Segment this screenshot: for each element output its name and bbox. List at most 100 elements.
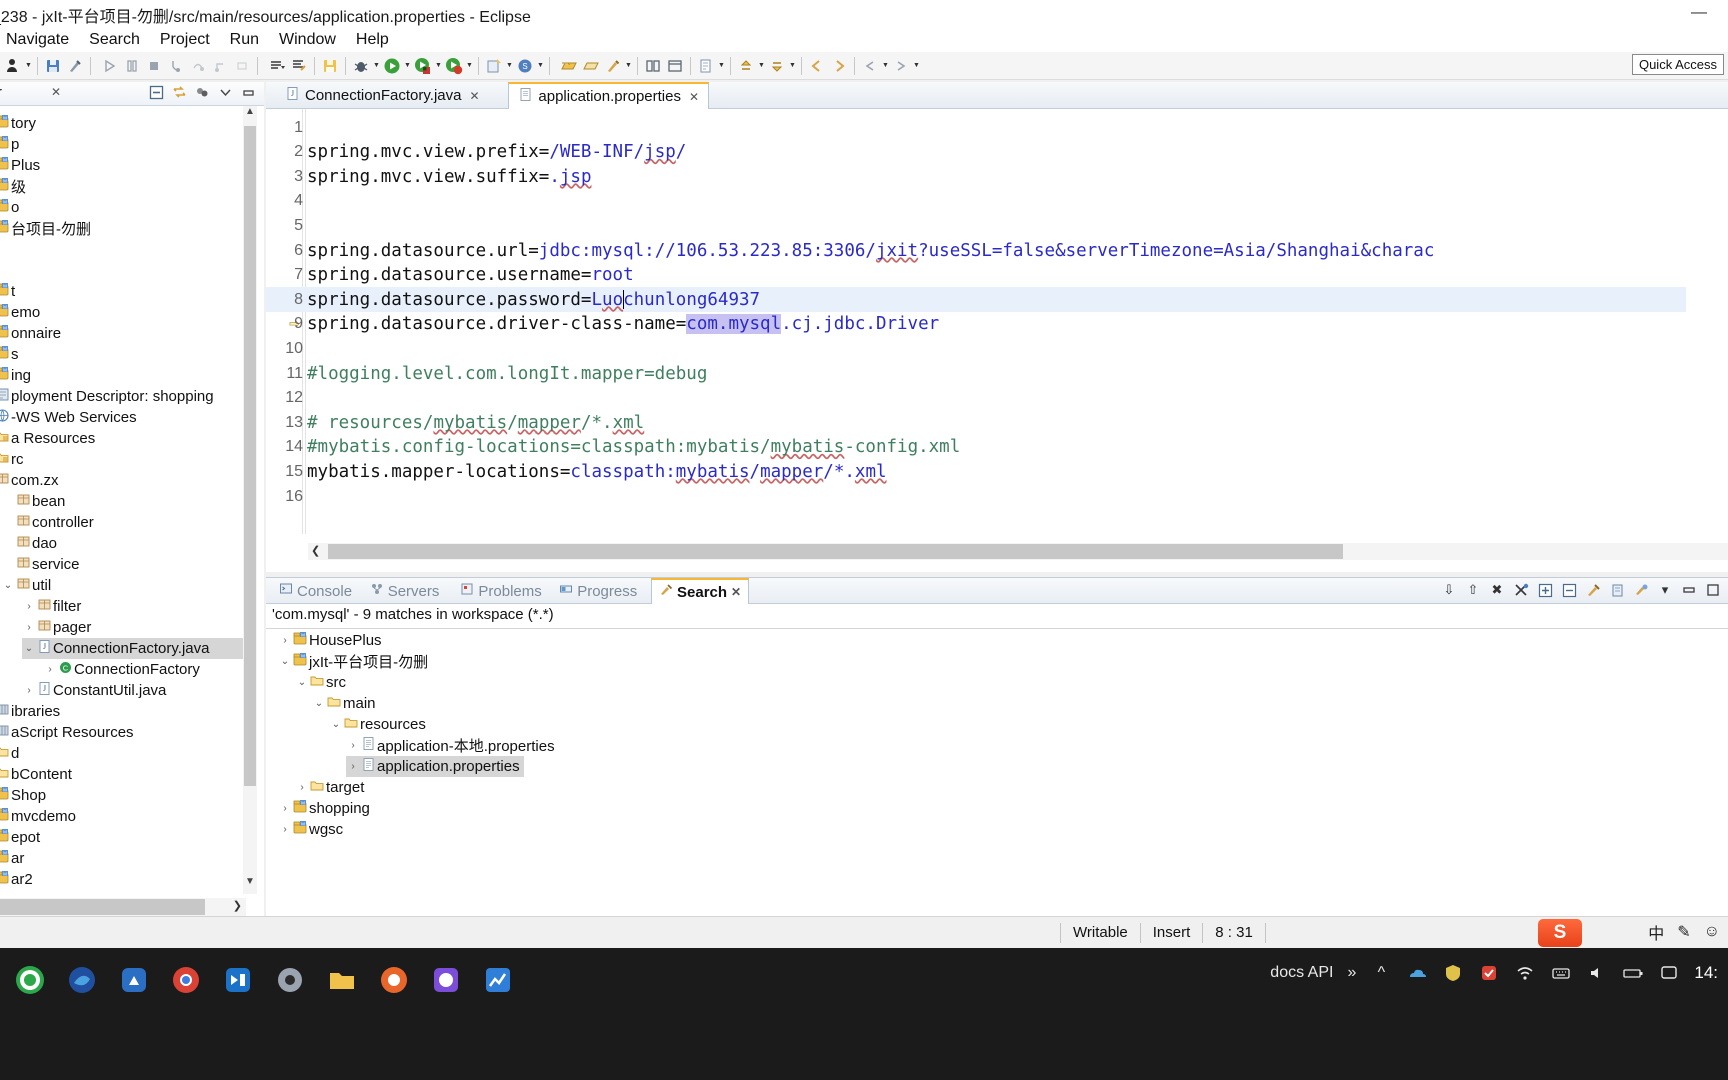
- search-result-item[interactable]: ⌄ resources: [329, 714, 430, 735]
- explorer-tree-row[interactable]: bean: [1, 491, 246, 512]
- explorer-tree-row[interactable]: dao: [1, 533, 246, 554]
- scroll-down-icon[interactable]: ▼: [243, 876, 257, 894]
- debug-dropdown-icon[interactable]: ▼: [372, 56, 381, 76]
- next-annotation-down-dropdown-icon[interactable]: ▼: [788, 56, 797, 76]
- package-explorer-vscrollbar[interactable]: ▲ ▼: [243, 106, 257, 894]
- chrome-icon[interactable]: [168, 962, 204, 998]
- remove-all-matches-icon[interactable]: [1512, 581, 1530, 599]
- search-result-item[interactable]: › Mwgsc: [278, 819, 347, 840]
- bottom-tab-progress[interactable]: Progress: [552, 578, 644, 604]
- editor-tab-1[interactable]: J ConnectionFactory.java ✕: [276, 82, 489, 109]
- sogou-ime-logo-icon[interactable]: S: [1538, 919, 1582, 947]
- explorer-tree-row[interactable]: a Resources: [0, 428, 246, 449]
- search-icon[interactable]: [603, 56, 623, 76]
- show-previous-match-icon[interactable]: ⇧: [1464, 581, 1482, 599]
- history-forward-icon[interactable]: [891, 56, 911, 76]
- editor-tab-close-icon[interactable]: ✕: [689, 90, 699, 104]
- twisty-collapsed-icon[interactable]: ›: [346, 740, 360, 751]
- search-history-icon[interactable]: [1632, 581, 1650, 599]
- start-icon[interactable]: [12, 962, 48, 998]
- chart-icon[interactable]: [480, 962, 516, 998]
- bottom-tab-search[interactable]: Search ✕: [651, 578, 750, 604]
- explorer-tree-row[interactable]: d: [0, 743, 246, 764]
- previous-annotation-icon[interactable]: [736, 56, 756, 76]
- editor-icon[interactable]: [220, 962, 256, 998]
- search-result-row[interactable]: › target: [266, 777, 1728, 798]
- code-line[interactable]: 9 spring.datasource.driver-class-name=com…: [266, 312, 1686, 337]
- search-result-row[interactable]: › Mshopping: [266, 798, 1728, 819]
- collapse-all-icon[interactable]: [1560, 581, 1578, 599]
- explorer-tree-row[interactable]: M级: [0, 176, 246, 197]
- editor-body[interactable]: 1 2 spring.mvc.view.prefix=/WEB-INF/jsp/3 s…: [266, 109, 1728, 572]
- minimize-icon[interactable]: [1680, 581, 1698, 599]
- explorer-tree-row[interactable]: bContent: [0, 764, 246, 785]
- editor-hscrollbar[interactable]: ❮: [308, 543, 1728, 560]
- code-line[interactable]: 12: [266, 386, 1686, 411]
- forward-icon[interactable]: [829, 56, 849, 76]
- chevron-up-icon[interactable]: ^: [1370, 962, 1392, 984]
- save-all-icon[interactable]: [320, 56, 340, 76]
- run-as-server-dropdown-icon[interactable]: ▼: [434, 56, 443, 76]
- code-line[interactable]: 4: [266, 189, 1686, 214]
- explorer-tree-row[interactable]: M Shop: [0, 785, 246, 806]
- new-class-icon[interactable]: S: [515, 56, 535, 76]
- next-annotation-down-icon[interactable]: [767, 56, 787, 76]
- shield-icon[interactable]: [1442, 962, 1464, 984]
- twisty-expanded-icon[interactable]: ⌄: [1, 580, 15, 591]
- new-class-dropdown-icon[interactable]: ▼: [536, 56, 545, 76]
- explorer-tree-row[interactable]: Mepot: [0, 827, 246, 848]
- vscroll-thumb[interactable]: [244, 126, 256, 786]
- remove-match-icon[interactable]: ✖: [1488, 581, 1506, 599]
- run-icon[interactable]: [382, 56, 402, 76]
- tray-expand-chevron-icon[interactable]: »: [1347, 964, 1356, 982]
- toggle-mark-occurrences-icon[interactable]: [665, 56, 685, 76]
- step-over-icon[interactable]: [188, 56, 208, 76]
- previous-annotation-dropdown-icon[interactable]: ▼: [757, 56, 766, 76]
- next-annotation-icon[interactable]: [267, 56, 287, 76]
- explorer-tree-row[interactable]: rc: [0, 449, 246, 470]
- ime-pen-icon[interactable]: ✎: [1677, 922, 1690, 942]
- maximize-icon[interactable]: [1704, 581, 1722, 599]
- new-java-project-dropdown-icon[interactable]: ▼: [505, 56, 514, 76]
- bottom-tab-close-icon[interactable]: ✕: [731, 585, 741, 599]
- minimize-icon[interactable]: [240, 84, 256, 100]
- explorer-tree-row[interactable]: › J ConstantUtil.java: [22, 680, 246, 701]
- editor-hscroll-thumb[interactable]: [328, 544, 1343, 559]
- editor-scroll-left-icon[interactable]: ❮: [311, 544, 320, 557]
- toggle-breadcrumb-icon[interactable]: [643, 56, 663, 76]
- coverage-dropdown-icon[interactable]: ▼: [465, 56, 474, 76]
- browser-icon[interactable]: [376, 962, 412, 998]
- view-menu-icon[interactable]: ▾: [1656, 581, 1674, 599]
- code-line[interactable]: 16: [266, 484, 1686, 509]
- explorer-icon[interactable]: [324, 962, 360, 998]
- explorer-tree-row[interactable]: M Plus: [0, 155, 246, 176]
- open-resource-icon[interactable]: [581, 56, 601, 76]
- package-explorer-tab-close-icon[interactable]: ✕: [51, 85, 61, 99]
- step-into-icon[interactable]: [166, 56, 186, 76]
- onedrive-icon[interactable]: [1406, 962, 1428, 984]
- search-result-item[interactable]: › application-本地.properties: [346, 735, 559, 756]
- search-result-item[interactable]: › Mshopping: [278, 798, 374, 819]
- twisty-collapsed-icon[interactable]: ›: [346, 761, 360, 772]
- last-edit-icon[interactable]: [289, 56, 309, 76]
- keyboard-icon[interactable]: [1550, 962, 1572, 984]
- new-file-icon[interactable]: [696, 56, 716, 76]
- resume-icon[interactable]: [100, 56, 120, 76]
- explorer-tree-row[interactable]: › filter: [22, 596, 246, 617]
- twisty-collapsed-icon[interactable]: ›: [278, 635, 292, 646]
- explorer-tree-row[interactable]: ⌄ util: [1, 575, 246, 596]
- view-filter-icon[interactable]: [194, 84, 210, 100]
- terminate-icon[interactable]: [144, 56, 164, 76]
- menu-project[interactable]: Project: [150, 27, 220, 53]
- pin-search-icon[interactable]: [1608, 581, 1626, 599]
- firefox-icon[interactable]: [64, 962, 100, 998]
- explorer-tree-row[interactable]: Memo: [0, 302, 246, 323]
- search-result-row[interactable]: ⌄ main: [266, 693, 1728, 714]
- bottom-tab-problems[interactable]: Problems: [453, 578, 548, 604]
- explorer-tree-row[interactable]: Ming: [0, 365, 246, 386]
- wifi-icon[interactable]: [1514, 962, 1536, 984]
- explorer-tree-row[interactable]: Ms: [0, 344, 246, 365]
- new-file-dropdown-icon[interactable]: ▼: [717, 56, 726, 76]
- search-result-item[interactable]: ⌄ MjxIt-平台项目-勿删: [278, 651, 432, 672]
- history-forward-dropdown-icon[interactable]: ▼: [912, 56, 921, 76]
